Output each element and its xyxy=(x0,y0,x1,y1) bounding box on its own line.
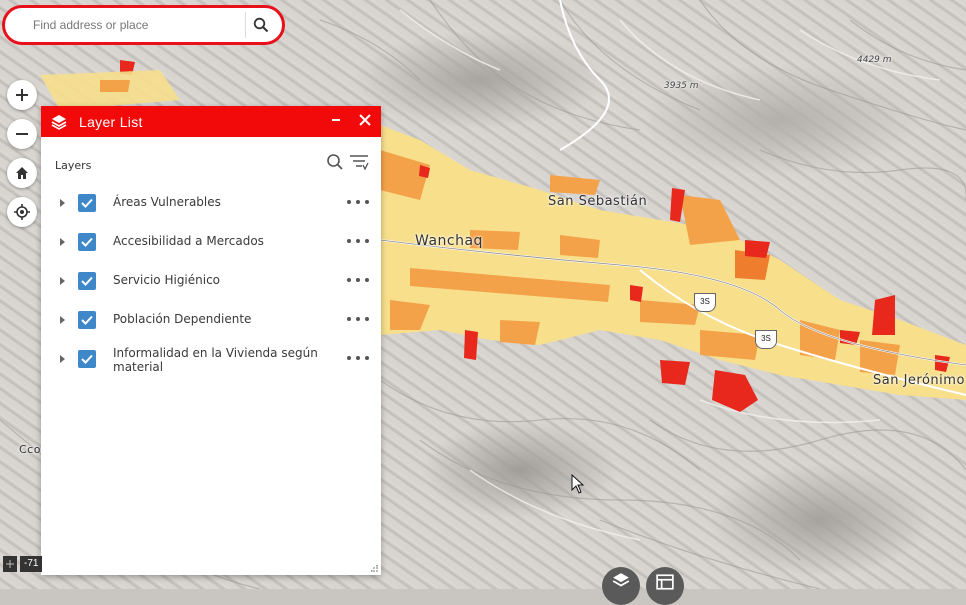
layer-visibility-checkbox[interactable] xyxy=(78,350,96,368)
expand-arrow-icon[interactable] xyxy=(60,355,65,363)
search-input[interactable] xyxy=(31,17,245,33)
home-button[interactable] xyxy=(7,158,37,188)
minimize-button[interactable] xyxy=(329,111,343,129)
elevation-label: 3935 m xyxy=(664,81,699,91)
check-icon xyxy=(81,315,93,325)
panel-header[interactable]: Layer List xyxy=(41,106,381,137)
layer-item[interactable]: Accesibilidad a Mercados xyxy=(41,227,381,259)
mouse-cursor-icon xyxy=(571,474,585,494)
zoom-out-button[interactable] xyxy=(7,119,37,149)
search-widget xyxy=(2,5,285,45)
more-options-icon[interactable] xyxy=(347,275,369,285)
resize-handle-icon[interactable] xyxy=(371,565,379,573)
expand-arrow-icon[interactable] xyxy=(60,277,65,285)
layer-options-button[interactable] xyxy=(349,153,369,173)
expand-arrow-icon[interactable] xyxy=(60,199,65,207)
expand-arrow-icon[interactable] xyxy=(60,238,65,246)
check-icon xyxy=(81,354,93,364)
plus-icon xyxy=(16,89,28,101)
layer-label: Informalidad en la Vivienda según materi… xyxy=(113,346,318,374)
layer-item[interactable]: Población Dependiente xyxy=(41,305,381,337)
search-icon xyxy=(327,154,343,170)
layer-item[interactable]: Servicio Higiénico xyxy=(41,266,381,298)
layer-visibility-checkbox[interactable] xyxy=(78,194,96,212)
more-options-icon[interactable] xyxy=(347,236,369,246)
place-label-san-sebastian: San Sebastián xyxy=(548,194,648,209)
layer-list-panel: Layer List Layers Áreas Vulnerables Acce… xyxy=(41,106,381,575)
list-icon xyxy=(656,574,674,590)
zoom-in-button[interactable] xyxy=(7,80,37,110)
crosshair-icon xyxy=(6,560,14,568)
filter-list-icon xyxy=(350,155,369,171)
layer-label: Áreas Vulnerables xyxy=(113,195,221,209)
minus-icon xyxy=(16,133,28,135)
search-icon xyxy=(253,17,269,33)
search-layers-button[interactable] xyxy=(326,153,346,173)
layer-label: Población Dependiente xyxy=(113,312,252,326)
locate-button[interactable] xyxy=(7,197,37,227)
elevation-label: 4429 m xyxy=(857,55,892,65)
layer-visibility-checkbox[interactable] xyxy=(78,272,96,290)
expand-arrow-icon[interactable] xyxy=(60,316,65,324)
layer-visibility-checkbox[interactable] xyxy=(78,233,96,251)
layers-icon xyxy=(51,114,67,130)
highway-shield: 3S xyxy=(694,293,716,312)
more-options-icon[interactable] xyxy=(347,314,369,324)
check-icon xyxy=(81,276,93,286)
search-button[interactable] xyxy=(245,12,276,38)
layers-toggle-button[interactable] xyxy=(602,567,640,605)
coordinate-readout: -71 xyxy=(20,556,43,572)
place-label-ccorca: Cco xyxy=(19,443,41,456)
place-label-wanchaq: Wanchaq xyxy=(415,233,483,249)
close-icon xyxy=(359,114,371,126)
check-icon xyxy=(81,198,93,208)
more-options-icon[interactable] xyxy=(347,353,369,363)
check-icon xyxy=(81,237,93,247)
highway-shield: 3S xyxy=(755,330,777,349)
layer-item[interactable]: Informalidad en la Vivienda según materi… xyxy=(41,344,381,384)
coordinate-toggle[interactable] xyxy=(3,556,17,572)
layer-label: Accesibilidad a Mercados xyxy=(113,234,264,248)
layer-visibility-checkbox[interactable] xyxy=(78,311,96,329)
locate-icon xyxy=(14,204,30,220)
layer-label: Servicio Higiénico xyxy=(113,273,221,287)
close-button[interactable] xyxy=(357,112,373,128)
layers-section-label: Layers xyxy=(55,159,92,172)
legend-toggle-button[interactable] xyxy=(646,567,684,605)
layers-toolbar: Layers xyxy=(41,137,381,177)
layer-item[interactable]: Áreas Vulnerables xyxy=(41,188,381,220)
minimize-icon xyxy=(332,119,340,121)
layers-icon xyxy=(612,573,630,587)
home-icon xyxy=(16,167,28,179)
place-label-san-jeronimo: San Jerónimo xyxy=(873,373,965,388)
panel-title: Layer List xyxy=(79,113,143,130)
more-options-icon[interactable] xyxy=(347,197,369,207)
